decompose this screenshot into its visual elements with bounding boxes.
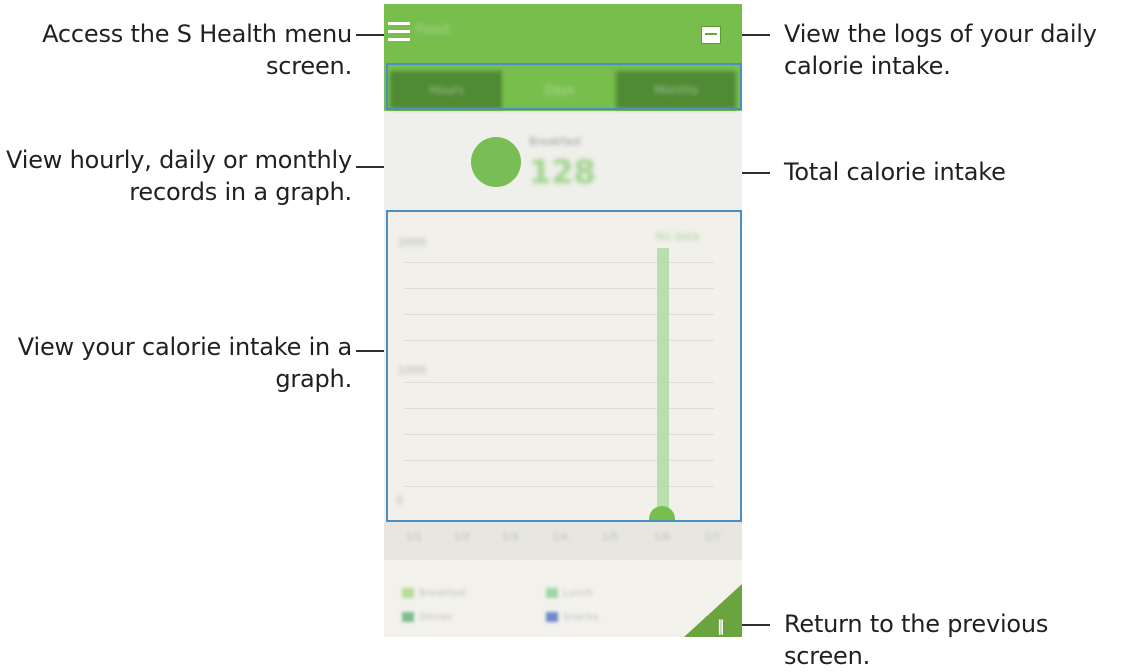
x-tick: 1/1 [406,532,423,543]
legend-label: Breakfast [419,588,467,599]
back-button[interactable] [684,584,742,637]
x-tick: 1/2 [454,532,471,543]
leader-menu [356,34,386,36]
x-tick: 1/5 [602,532,619,543]
callout-logs-text: View the logs of your daily calorie inta… [784,20,1097,80]
intake-label: Breakfast [529,135,582,148]
leader-back [742,624,770,626]
legend-item: Lunch [546,588,593,599]
x-tick: 1/6 [654,532,671,543]
callout-menu: Access the S Health menu screen. [22,18,352,82]
callout-back-text: Return to the previous screen. [784,610,1049,670]
callout-total: Total calorie intake [784,156,1114,188]
x-tick: 1/3 [502,532,519,543]
callout-back: Return to the previous screen. [784,608,1134,672]
legend-item: Dinner [402,612,452,623]
x-tick: 1/4 [552,532,569,543]
callout-records-text: View hourly, daily or monthly records in… [6,146,352,206]
legend-item: Breakfast [402,588,467,599]
intake-circle [471,137,521,187]
legend-label: Lunch [563,588,593,599]
callout-logs: View the logs of your daily calorie inta… [784,18,1114,82]
legend-swatch [402,588,414,598]
highlight-tabs [386,63,742,110]
log-icon[interactable] [701,26,721,44]
legend-item: Snacks [546,612,598,623]
callout-graph: View your calorie intake in a graph. [12,331,352,395]
leader-graph [356,350,386,352]
app-title: Food [416,22,450,38]
legend-label: Dinner [419,612,453,623]
highlight-graph [386,210,742,522]
menu-icon[interactable] [388,22,410,42]
legend-swatch [402,612,414,622]
legend-swatch [546,588,558,598]
callout-menu-text: Access the S Health menu screen. [42,20,352,80]
graph-x-axis: 1/1 1/2 1/3 1/4 1/5 1/6 1/7 [384,522,742,560]
app-bar: Food [384,4,742,61]
intake-summary: Breakfast 128 [384,119,742,209]
callout-total-text: Total calorie intake [784,158,1006,186]
callout-graph-text: View your calorie intake in a graph. [17,333,352,393]
x-tick: 1/7 [704,532,721,543]
legend-label: Snacks [563,612,599,623]
legend-swatch [546,612,558,622]
fork-knife-icon[interactable]: ‖ [717,617,725,635]
callout-records: View hourly, daily or monthly records in… [0,144,352,208]
intake-value: 128 [529,153,596,191]
